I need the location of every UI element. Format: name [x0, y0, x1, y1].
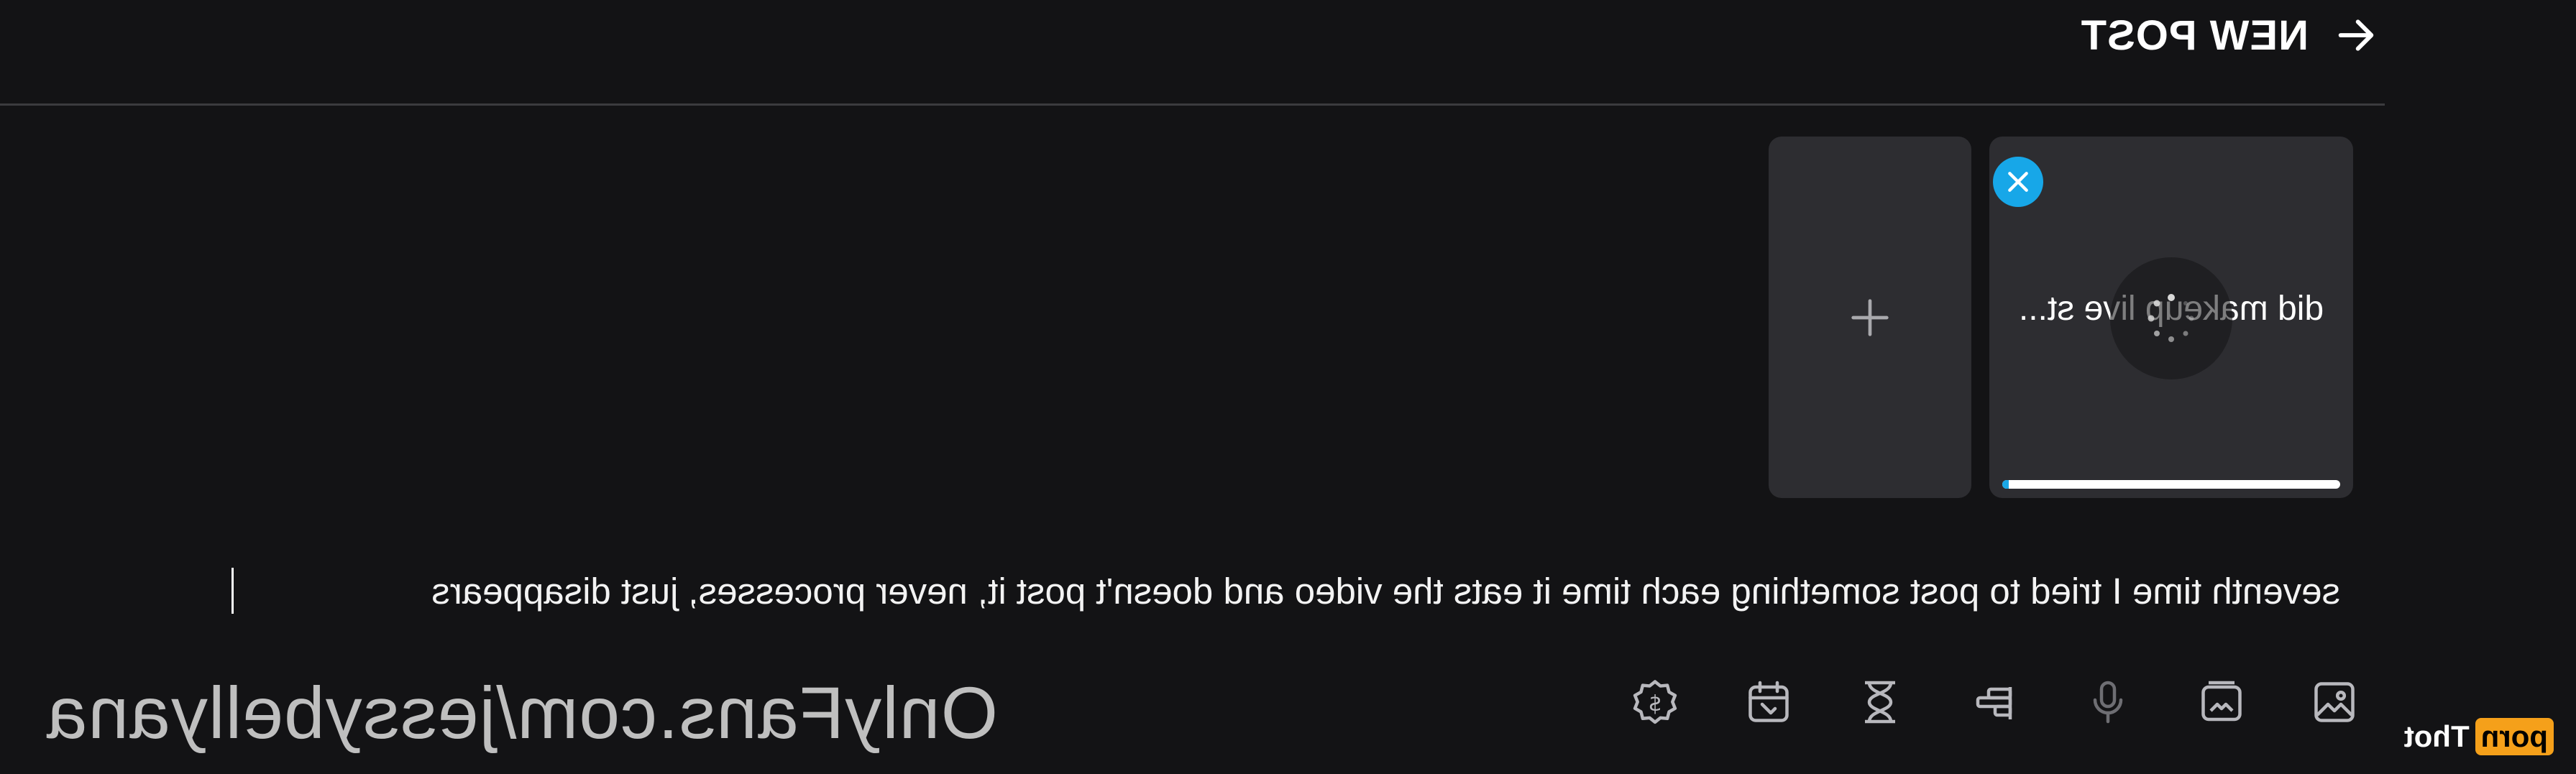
upload-progress-bar: [2002, 480, 2340, 489]
remove-media-button[interactable]: [1993, 157, 2043, 207]
back-button[interactable]: [2327, 10, 2385, 60]
composer-toolbar: $: [1432, 670, 2367, 734]
expiration-button[interactable]: [1848, 670, 1912, 734]
site-badge: porn Thot: [2400, 717, 2554, 757]
schedule-button[interactable]: [1736, 670, 1801, 734]
spinner-icon: [2148, 294, 2194, 342]
mirrored-screen: NEW POST did makeup live st...: [0, 0, 2576, 774]
page-title: NEW POST: [2080, 12, 2309, 59]
hourglass-icon: [1865, 681, 1895, 724]
calendar-icon: [1748, 681, 1789, 722]
media-thumbnail[interactable]: did makeup live st...: [1989, 137, 2353, 498]
add-media-button[interactable]: [1769, 137, 1971, 498]
vault-icon: [2201, 681, 2242, 722]
upload-progress-fill: [2002, 480, 2009, 489]
poll-button[interactable]: [1961, 670, 2025, 734]
add-image-button[interactable]: [2302, 670, 2367, 734]
poll-icon: [1976, 687, 2012, 719]
price-button[interactable]: $: [1623, 670, 1687, 734]
badge-part-2: porn: [2475, 718, 2554, 755]
post-text-input[interactable]: seventh time I tried to post something e…: [234, 566, 2340, 617]
header: [0, 0, 2385, 106]
arrow-left-icon: [2338, 19, 2374, 51]
microphone-icon: [2093, 681, 2123, 724]
vault-button[interactable]: [2189, 670, 2254, 734]
image-icon: [2314, 682, 2355, 722]
svg-text:$: $: [1648, 691, 1661, 717]
badge-part-1: Thot: [2403, 719, 2470, 753]
plus-icon: [1851, 298, 1889, 336]
price-tag-icon: $: [1633, 680, 1677, 724]
text-caret: [232, 568, 234, 614]
close-icon: [2008, 172, 2028, 192]
watermark-url: OnlyFans.com/jessybellyana: [45, 672, 998, 754]
voice-button[interactable]: [2076, 670, 2140, 734]
